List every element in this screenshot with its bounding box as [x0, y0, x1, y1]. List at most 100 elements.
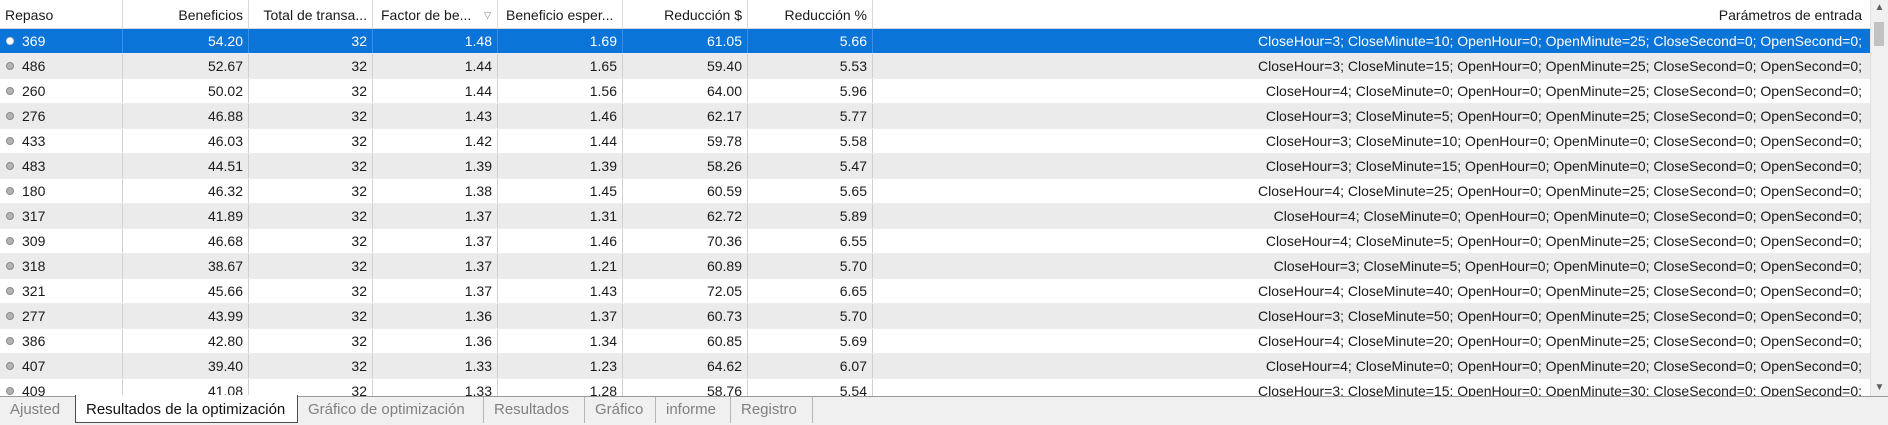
- cell-input-parameters: CloseHour=4; CloseMinute=0; OpenHour=0; …: [873, 354, 1871, 378]
- cell-expected-payoff: 1.34: [498, 329, 623, 353]
- scroll-down-arrow-icon[interactable]: ▼: [1871, 380, 1888, 396]
- table-row[interactable]: 260 50.02 32 1.44 1.56 64.00 5.96 CloseHour=4; …: [0, 79, 1871, 104]
- cell-drawdown-percent: 5.65: [748, 179, 873, 203]
- table-row[interactable]: 483 44.51 32 1.39 1.39 58.26 5.47 CloseHour=3; …: [0, 154, 1871, 179]
- cell-total-trades: 32: [249, 254, 373, 278]
- cell-input-parameters: CloseHour=3; CloseMinute=10; OpenHour=0;…: [873, 29, 1871, 53]
- cell-input-parameters: CloseHour=3; CloseMinute=15; OpenHour=0;…: [873, 379, 1871, 396]
- cell-input-parameters: CloseHour=3; CloseMinute=50; OpenHour=0;…: [873, 304, 1871, 328]
- cell-expected-payoff: 1.65: [498, 54, 623, 78]
- cell-drawdown-percent: 5.77: [748, 104, 873, 128]
- cell-profit-factor: 1.36: [373, 329, 498, 353]
- tab-results[interactable]: Resultados: [484, 397, 585, 423]
- column-header-pass[interactable]: Repaso: [0, 0, 123, 28]
- scroll-up-arrow-icon[interactable]: ▲: [1871, 0, 1888, 16]
- table-row[interactable]: 369 54.20 32 1.48 1.69 61.05 5.66 CloseHour=3; …: [0, 29, 1871, 54]
- cell-drawdown-percent: 5.53: [748, 54, 873, 78]
- cell-total-trades: 32: [249, 304, 373, 328]
- cell-total-trades: 32: [249, 279, 373, 303]
- cell-pass: 276: [0, 104, 123, 128]
- cell-profit: 54.20: [123, 29, 249, 53]
- scrollbar-thumb[interactable]: [1874, 22, 1884, 46]
- cell-expected-payoff: 1.46: [498, 229, 623, 253]
- cell-total-trades: 32: [249, 54, 373, 78]
- cell-profit: 52.67: [123, 54, 249, 78]
- column-header-expected-payoff[interactable]: Beneficio esper...: [498, 0, 623, 28]
- column-header-input-parameters[interactable]: Parámetros de entrada: [873, 0, 1871, 28]
- column-header-total-trades[interactable]: Total de transa...: [249, 0, 373, 28]
- table-row[interactable]: 386 42.80 32 1.36 1.34 60.85 5.69 CloseHour=4; …: [0, 329, 1871, 354]
- column-header-profit[interactable]: Beneficios: [123, 0, 249, 28]
- tab-optimization-results[interactable]: Resultados de la optimización: [75, 395, 298, 423]
- cell-pass: 180: [0, 179, 123, 203]
- tab-optimization-graph[interactable]: Gráfico de optimización: [298, 397, 484, 423]
- cell-profit: 41.89: [123, 204, 249, 228]
- cell-profit-factor: 1.37: [373, 279, 498, 303]
- cell-pass: 317: [0, 204, 123, 228]
- cell-drawdown-money: 62.17: [623, 104, 748, 128]
- cell-profit: 50.02: [123, 79, 249, 103]
- vertical-scrollbar[interactable]: ▲ ▼: [1870, 0, 1888, 396]
- cell-expected-payoff: 1.28: [498, 379, 623, 396]
- tab-settings[interactable]: Ajusted: [0, 397, 76, 423]
- table-row[interactable]: 180 46.32 32 1.38 1.45 60.59 5.65 CloseHour=4; …: [0, 179, 1871, 204]
- cell-drawdown-percent: 5.70: [748, 304, 873, 328]
- column-header-row: Repaso Beneficios Total de transa... Fac…: [0, 0, 1888, 29]
- results-table-body: 369 54.20 32 1.48 1.69 61.05 5.66 CloseHour=3; …: [0, 29, 1871, 396]
- cell-profit-factor: 1.39: [373, 154, 498, 178]
- table-row[interactable]: 407 39.40 32 1.33 1.23 64.62 6.07 CloseHour=4; …: [0, 354, 1871, 379]
- cell-pass: 386: [0, 329, 123, 353]
- cell-profit-factor: 1.37: [373, 204, 498, 228]
- cell-drawdown-percent: 5.69: [748, 329, 873, 353]
- cell-total-trades: 32: [249, 79, 373, 103]
- table-row[interactable]: 321 45.66 32 1.37 1.43 72.05 6.65 CloseHour=4; …: [0, 279, 1871, 304]
- cell-drawdown-money: 72.05: [623, 279, 748, 303]
- table-row[interactable]: 409 41.08 32 1.33 1.28 58.76 5.54 CloseHour=3; …: [0, 379, 1871, 396]
- cell-expected-payoff: 1.43: [498, 279, 623, 303]
- cell-pass: 321: [0, 279, 123, 303]
- cell-drawdown-money: 60.85: [623, 329, 748, 353]
- cell-profit-factor: 1.38: [373, 179, 498, 203]
- tab-graph[interactable]: Gráfico: [585, 397, 656, 423]
- cell-total-trades: 32: [249, 154, 373, 178]
- table-row[interactable]: 318 38.67 32 1.37 1.21 60.89 5.70 CloseHour=3; …: [0, 254, 1871, 279]
- cell-profit: 46.68: [123, 229, 249, 253]
- cell-input-parameters: CloseHour=3; CloseMinute=10; OpenHour=0;…: [873, 129, 1871, 153]
- cell-pass: 260: [0, 79, 123, 103]
- table-row[interactable]: 276 46.88 32 1.43 1.46 62.17 5.77 CloseHour=3; …: [0, 104, 1871, 129]
- cell-pass: 483: [0, 154, 123, 178]
- cell-drawdown-money: 60.73: [623, 304, 748, 328]
- table-row[interactable]: 277 43.99 32 1.36 1.37 60.73 5.70 CloseHour=3; …: [0, 304, 1871, 329]
- table-row[interactable]: 317 41.89 32 1.37 1.31 62.72 5.89 CloseHour=4; …: [0, 204, 1871, 229]
- cell-profit: 41.08: [123, 379, 249, 396]
- cell-drawdown-money: 59.40: [623, 54, 748, 78]
- cell-profit: 46.32: [123, 179, 249, 203]
- cell-total-trades: 32: [249, 329, 373, 353]
- cell-total-trades: 32: [249, 179, 373, 203]
- cell-drawdown-percent: 5.47: [748, 154, 873, 178]
- tab-journal[interactable]: Registro: [731, 397, 813, 423]
- cell-pass: 318: [0, 254, 123, 278]
- cell-expected-payoff: 1.56: [498, 79, 623, 103]
- sort-descending-icon: ▽: [484, 10, 491, 20]
- cell-profit: 45.66: [123, 279, 249, 303]
- column-header-drawdown-money[interactable]: Reducción $: [623, 0, 748, 28]
- cell-profit-factor: 1.36: [373, 304, 498, 328]
- table-row[interactable]: 309 46.68 32 1.37 1.46 70.36 6.55 CloseHour=4; …: [0, 229, 1871, 254]
- cell-total-trades: 32: [249, 229, 373, 253]
- cell-drawdown-money: 60.89: [623, 254, 748, 278]
- table-row[interactable]: 433 46.03 32 1.42 1.44 59.78 5.58 CloseHour=3; …: [0, 129, 1871, 154]
- tab-report[interactable]: informe: [656, 397, 731, 423]
- cell-input-parameters: CloseHour=4; CloseMinute=25; OpenHour=0;…: [873, 179, 1871, 203]
- cell-drawdown-percent: 5.70: [748, 254, 873, 278]
- column-header-drawdown-percent[interactable]: Reducción %: [748, 0, 873, 28]
- column-header-profit-factor[interactable]: Factor de be... ▽: [373, 0, 498, 28]
- cell-input-parameters: CloseHour=3; CloseMinute=15; OpenHour=0;…: [873, 154, 1871, 178]
- column-header-profit-factor-label: Factor de be...: [381, 7, 472, 23]
- cell-drawdown-money: 60.59: [623, 179, 748, 203]
- table-row[interactable]: 486 52.67 32 1.44 1.65 59.40 5.53 CloseHour=3; …: [0, 54, 1871, 79]
- cell-expected-payoff: 1.45: [498, 179, 623, 203]
- cell-total-trades: 32: [249, 129, 373, 153]
- cell-drawdown-money: 64.00: [623, 79, 748, 103]
- cell-input-parameters: CloseHour=3; CloseMinute=15; OpenHour=0;…: [873, 54, 1871, 78]
